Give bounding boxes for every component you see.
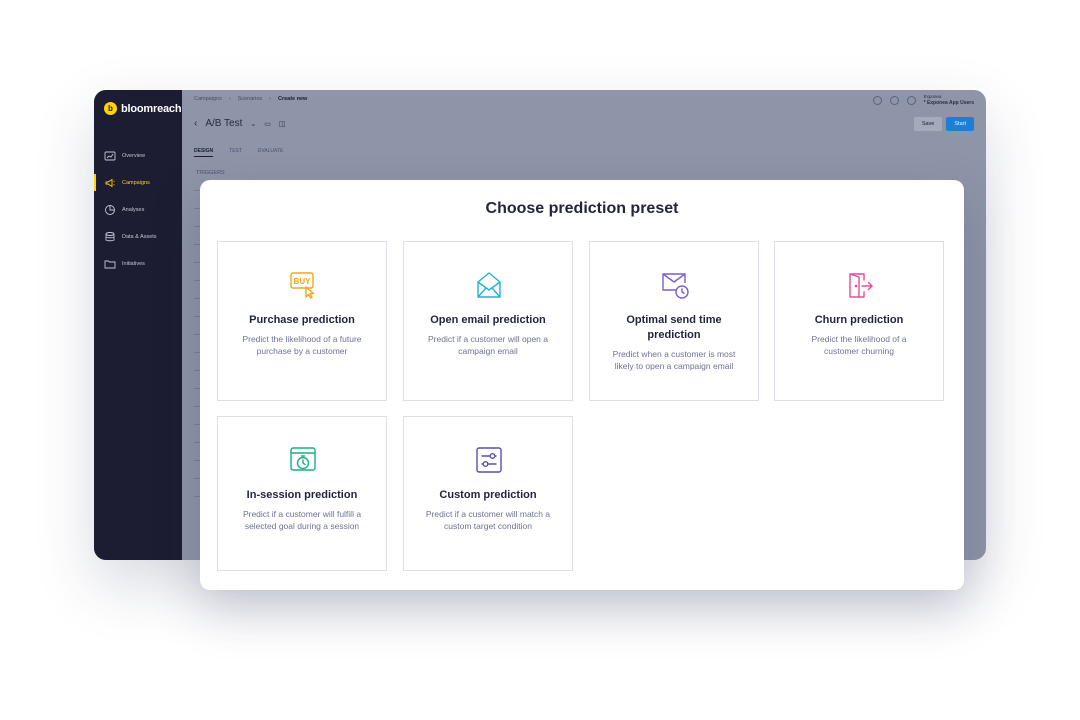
header-toolbar: Exponea * Exponea App Users — [872, 94, 974, 106]
card-title: In-session prediction — [246, 489, 358, 501]
sidebar-item-label: Initiatives — [122, 260, 145, 267]
sidebar: b bloomreach Overview Campaigns Analyses… — [94, 90, 182, 560]
sidebar-item-analyses[interactable]: Analyses — [94, 196, 182, 223]
breadcrumb: Campaigns › Scenarios › Create new — [194, 96, 307, 102]
sidebar-item-overview[interactable]: Overview — [94, 142, 182, 169]
preset-card-custom[interactable]: Custom prediction Predict if a customer … — [403, 416, 573, 571]
sidebar-item-label: Overview — [122, 152, 145, 159]
breadcrumb-current: Create new — [277, 96, 308, 102]
buy-tag-icon: BUY — [288, 270, 318, 300]
card-description: Predict if a customer will fulfill a sel… — [242, 509, 362, 531]
breadcrumb-separator: › — [228, 96, 231, 102]
card-description: Predict the likelihood of a future purch… — [242, 334, 362, 356]
svg-text:BUY: BUY — [294, 277, 312, 286]
scenario-title[interactable]: A/B Test — [205, 118, 242, 129]
card-title: Open email prediction — [430, 314, 546, 326]
tab-evaluate[interactable]: EVALUATE — [258, 148, 283, 157]
sidebar-item-data-assets[interactable]: Data & Assets — [94, 223, 182, 250]
brand-logo-icon: b — [104, 102, 117, 115]
prediction-preset-modal: Choose prediction preset BUY Purchase pr… — [200, 180, 964, 590]
tab-design[interactable]: DESIGN — [194, 148, 214, 157]
preset-card-purchase[interactable]: BUY Purchase prediction Predict the like… — [217, 241, 387, 401]
dashboard-icon — [104, 151, 116, 160]
tabs: DESIGN TEST EVALUATE — [194, 148, 283, 157]
card-title: Custom prediction — [439, 489, 537, 501]
preset-card-churn[interactable]: Churn prediction Predict the likelihood … — [774, 241, 944, 401]
page-title: ‹ A/B Test ⌄ ▭ ◫ — [194, 118, 286, 129]
sliders-icon — [474, 445, 504, 475]
preset-card-optimal-send-time[interactable]: Optimal send time prediction Predict whe… — [589, 241, 759, 401]
database-icon — [105, 231, 115, 241]
sidebar-item-label: Analyses — [122, 206, 145, 213]
card-description: Predict when a customer is most likely t… — [612, 349, 736, 371]
project-value: * Exponea App Users — [923, 100, 974, 106]
modal-title: Choose prediction preset — [485, 200, 679, 217]
browser-timer-icon — [288, 445, 318, 475]
help-icon[interactable] — [889, 95, 899, 105]
brand-name: bloomreach — [121, 102, 182, 115]
card-description: Predict if a customer will open a campai… — [428, 334, 548, 356]
tab-test[interactable]: TEST — [229, 148, 242, 157]
sidebar-item-initiatives[interactable]: Initiatives — [94, 250, 182, 277]
card-description: Predict if a customer will match a custo… — [425, 509, 551, 531]
exit-door-icon — [845, 270, 875, 300]
project-selector[interactable]: Exponea * Exponea App Users — [924, 94, 974, 106]
back-arrow-icon[interactable]: ‹ — [194, 118, 197, 129]
envelope-clock-icon — [660, 270, 690, 300]
start-button[interactable]: Start — [946, 117, 974, 131]
preset-card-open-email[interactable]: Open email prediction Predict if a custo… — [403, 241, 573, 401]
card-title: Purchase prediction — [249, 314, 355, 326]
chat-icon[interactable] — [872, 95, 882, 105]
breadcrumb-separator: › — [269, 96, 271, 102]
card-title: Optimal send time prediction — [626, 314, 722, 341]
sidebar-item-campaigns[interactable]: Campaigns — [94, 169, 182, 196]
sidebar-nav: Overview Campaigns Analyses Data & Asset… — [94, 142, 182, 277]
card-description: Predict the likelihood of a customer chu… — [811, 334, 907, 356]
chevron-down-icon[interactable]: ⌄ — [250, 120, 256, 128]
open-envelope-icon — [474, 270, 504, 300]
sidebar-item-label: Campaigns — [122, 179, 150, 186]
sidebar-item-label: Data & Assets — [122, 233, 157, 240]
card-title: Churn prediction — [814, 314, 904, 326]
calendar-icon[interactable]: ▭ — [264, 120, 271, 128]
megaphone-icon — [105, 178, 115, 187]
external-link-icon[interactable]: ◫ — [279, 120, 286, 128]
scenario-actions: Save Start — [913, 117, 974, 131]
pie-chart-icon — [105, 204, 115, 215]
triggers-label: TRIGGERS — [196, 170, 225, 176]
breadcrumb-item[interactable]: Campaigns — [194, 96, 222, 102]
settings-icon[interactable] — [906, 95, 916, 105]
folder-icon — [104, 260, 116, 268]
preset-card-in-session[interactable]: In-session prediction Predict if a custo… — [217, 416, 387, 571]
breadcrumb-item[interactable]: Scenarios — [238, 96, 262, 102]
brand[interactable]: b bloomreach — [104, 102, 182, 115]
save-button[interactable]: Save — [913, 117, 943, 131]
